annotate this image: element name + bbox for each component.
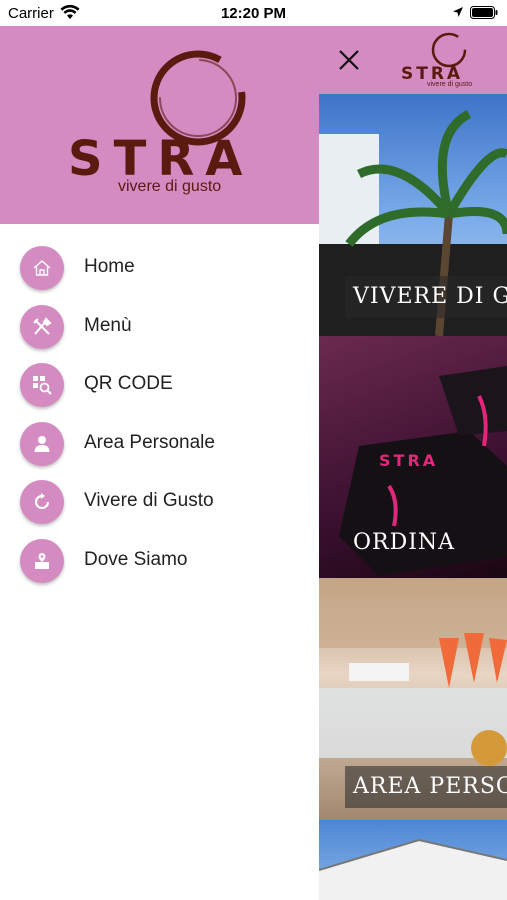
user-icon <box>34 435 50 452</box>
menu-item-label: Dove Siamo <box>84 548 188 570</box>
brand-tagline: vivere di gusto <box>118 178 222 195</box>
main-header: STRA vivere di gusto <box>319 26 507 94</box>
tile-ordina[interactable]: STRA ORDINA <box>319 336 507 578</box>
tile-building[interactable] <box>319 820 507 900</box>
qr-search-icon <box>33 376 52 395</box>
status-bar: Carrier 12:20 PM <box>0 0 507 26</box>
tile-area-personale[interactable]: AREA PERSO <box>319 578 507 820</box>
close-icon[interactable] <box>335 46 363 74</box>
svg-text:STRA: STRA <box>379 451 438 470</box>
drawer-menu: Home Menù QR CODE Area Personale Vivere … <box>0 244 319 595</box>
home-icon <box>33 260 51 276</box>
tile-vivere-di-gusto[interactable]: VIVERE DI G <box>319 94 507 336</box>
tile-caption: VIVERE DI G <box>345 276 507 318</box>
location-arrow-icon <box>453 7 463 17</box>
menu-item-label: Vivere di Gusto <box>84 490 214 511</box>
menu-icon-circle <box>20 480 64 524</box>
refresh-icon <box>34 493 50 510</box>
main-content: STRA vivere di gusto VIVERE DI G STRA OR… <box>319 26 507 900</box>
menu-icon-circle <box>20 421 64 466</box>
menu-icon-circle <box>20 304 64 349</box>
building-photo <box>319 838 507 900</box>
menu-item-home[interactable]: Home <box>0 244 319 303</box>
menu-item-label: Home <box>84 256 135 277</box>
menu-item-vivere-di-gusto[interactable]: Vivere di Gusto <box>0 478 319 537</box>
clock: 12:20 PM <box>220 5 287 22</box>
cutlery-icon <box>33 316 52 335</box>
menu-item-label: Area Personale <box>84 431 215 453</box>
brand-tagline: vivere di gusto <box>427 81 473 88</box>
menu-item-label: Menù <box>84 314 132 336</box>
tile-caption: AREA PERSO <box>345 766 507 808</box>
menu-item-area-personale[interactable]: Area Personale <box>0 420 319 479</box>
menu-item-dove-siamo[interactable]: Dove Siamo <box>0 537 319 596</box>
tile-caption: ORDINA <box>353 530 456 555</box>
side-drawer: STRA vivere di gusto Home Menù QR CODE A… <box>0 26 319 900</box>
menu-icon-circle <box>20 246 64 290</box>
menu-item-menu[interactable]: Menù <box>0 303 319 362</box>
battery-icon <box>470 6 498 19</box>
drawer-header: STRA vivere di gusto <box>0 26 319 224</box>
menu-icon-circle <box>20 538 64 583</box>
menu-item-qr-code[interactable]: QR CODE <box>0 361 319 420</box>
menu-item-label: QR CODE <box>84 373 173 394</box>
menu-icon-circle <box>20 363 64 407</box>
map-pin-icon <box>35 552 49 569</box>
